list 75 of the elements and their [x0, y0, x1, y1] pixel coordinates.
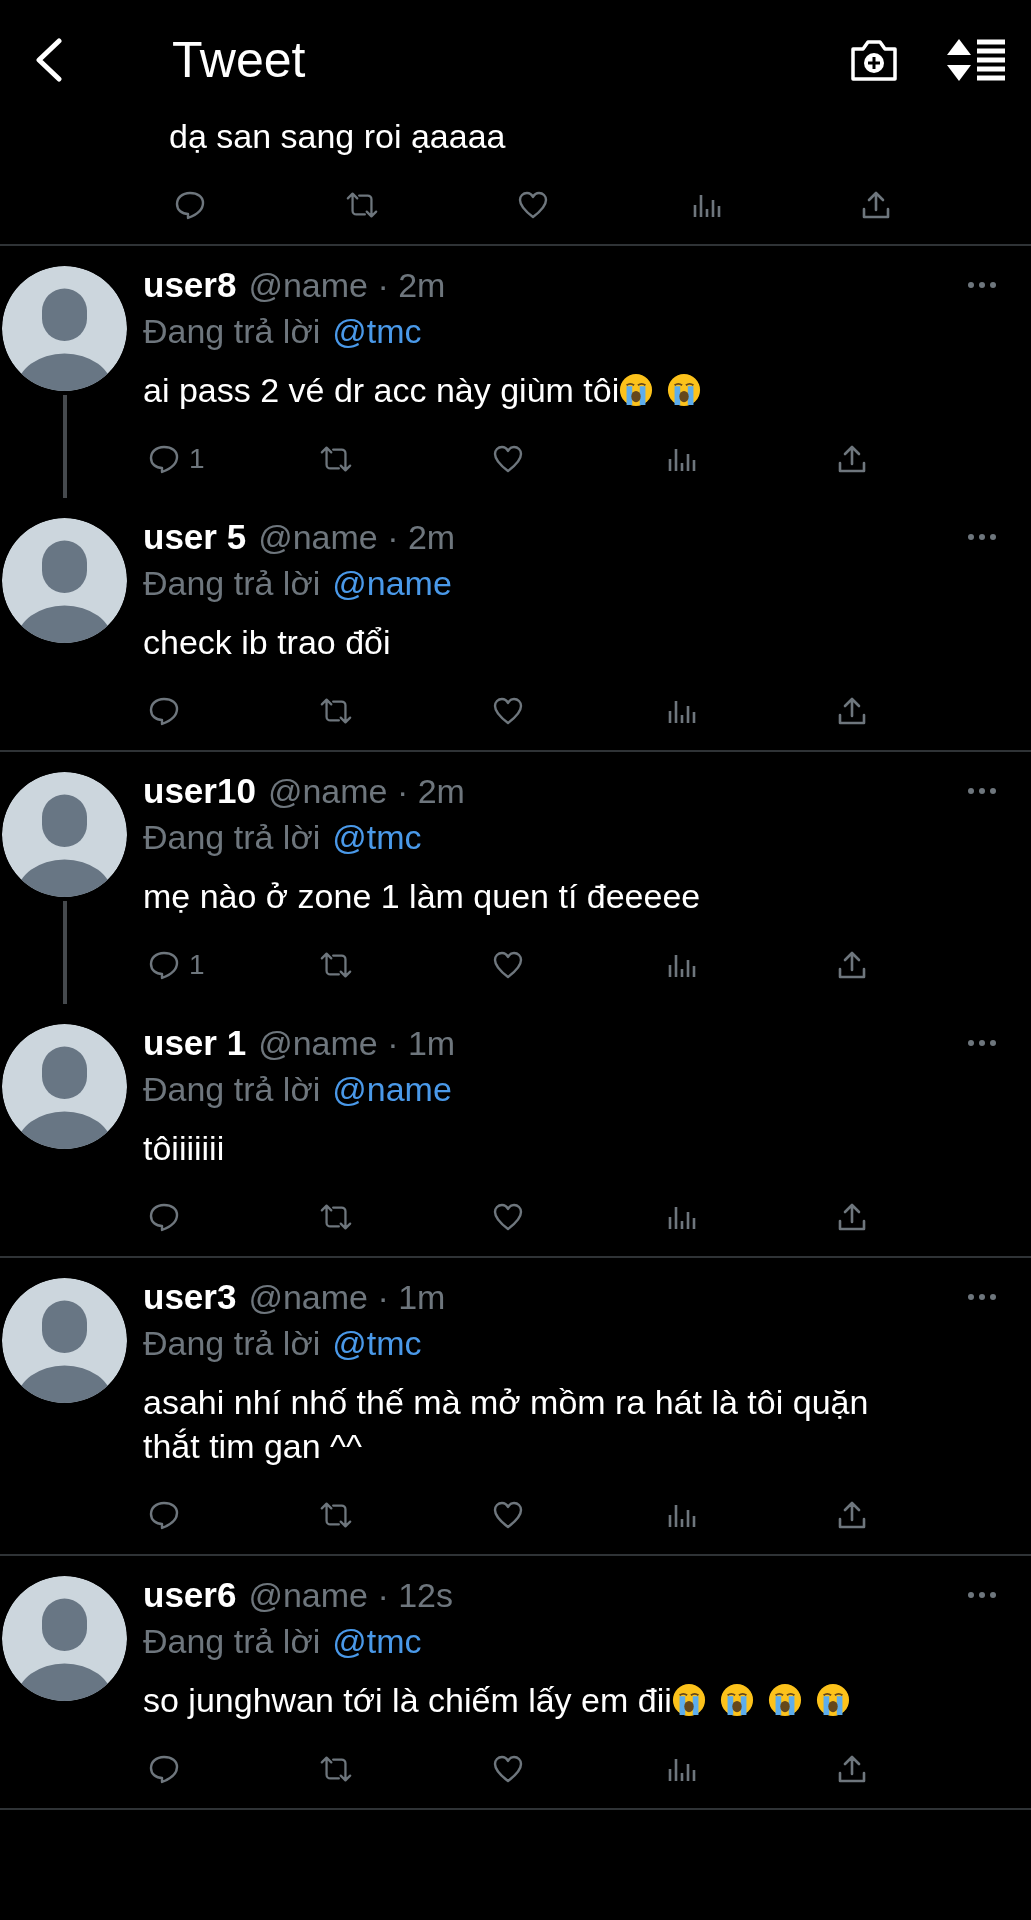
page-title: Tweet: [172, 31, 306, 89]
handle-and-time: @name · 12s: [248, 1575, 453, 1615]
user-name[interactable]: user10: [143, 771, 256, 811]
retweet-icon[interactable]: [319, 443, 353, 475]
avatar[interactable]: [2, 518, 127, 643]
handle-and-time: @name · 1m: [248, 1277, 446, 1317]
tweet-text: tôiiiiiii: [143, 1129, 225, 1167]
mention-link[interactable]: @tmc: [332, 311, 422, 351]
replying-to-label: Đang trả lời: [143, 817, 321, 857]
replying-to-label: Đang trả lời: [143, 1069, 321, 1109]
reply-icon[interactable]: [147, 1753, 181, 1785]
user-name[interactable]: user3: [143, 1277, 237, 1317]
heart-icon[interactable]: [491, 443, 525, 475]
tweet-text: so junghwan tới là chiếm lấy em đii: [143, 1681, 850, 1719]
retweet-icon[interactable]: [319, 1201, 353, 1233]
camera-icon[interactable]: [849, 37, 899, 83]
more-icon[interactable]: [967, 1039, 997, 1047]
user-name[interactable]: user 1: [143, 1023, 247, 1063]
retweet-icon[interactable]: [319, 695, 353, 727]
handle-and-time: @name · 2m: [267, 771, 465, 811]
crying-face-icon: [767, 1683, 802, 1717]
reply-count: 1: [189, 443, 205, 475]
back-icon[interactable]: [34, 38, 64, 82]
reply-icon[interactable]: [173, 189, 207, 221]
tweet-text: ai pass 2 vé dr acc này giùm tôi: [143, 371, 702, 409]
crying-face-icon: [815, 1683, 850, 1717]
reply-count: 1: [189, 949, 205, 981]
avatar[interactable]: [2, 772, 127, 897]
retweet-icon[interactable]: [319, 949, 353, 981]
handle-and-time: @name · 2m: [258, 517, 456, 557]
avatar[interactable]: [2, 1278, 127, 1403]
crying-face-icon: [719, 1683, 754, 1717]
user-name[interactable]: user6: [143, 1575, 237, 1615]
mention-link[interactable]: @tmc: [332, 1621, 422, 1661]
heart-icon[interactable]: [491, 949, 525, 981]
tweet-text: dạ san sang roi ạaaaa: [169, 116, 507, 157]
user-name[interactable]: user8: [143, 265, 237, 305]
reply-icon[interactable]: [147, 949, 181, 981]
tweet-text: asahi nhí nhố thế mà mở mồm ra hát là tôi quặn thắt tim gan ^^: [143, 1383, 869, 1465]
mention-link[interactable]: @name: [332, 1069, 452, 1109]
mention-link[interactable]: @tmc: [332, 817, 422, 857]
retweet-icon[interactable]: [319, 1753, 353, 1785]
heart-icon[interactable]: [491, 695, 525, 727]
user-name[interactable]: user 5: [143, 517, 247, 557]
sort-icon[interactable]: [947, 37, 1007, 83]
tweet-text: mẹ nào ở zone 1 làm quen tí đeeeee: [143, 877, 701, 915]
mention-link[interactable]: @name: [332, 563, 452, 603]
more-icon[interactable]: [967, 1591, 997, 1599]
crying-face-icon: [667, 373, 702, 407]
heart-icon[interactable]: [491, 1499, 525, 1531]
reply-icon[interactable]: [147, 1201, 181, 1233]
replying-to-label: Đang trả lời: [143, 1323, 321, 1363]
replying-to-label: Đang trả lời: [143, 563, 321, 603]
heart-icon[interactable]: [491, 1753, 525, 1785]
avatar[interactable]: [2, 1024, 127, 1149]
more-icon[interactable]: [967, 281, 997, 289]
more-icon[interactable]: [967, 533, 997, 541]
reply-icon[interactable]: [147, 1499, 181, 1531]
avatar[interactable]: [2, 266, 127, 391]
crying-face-icon: [619, 373, 654, 407]
more-icon[interactable]: [967, 787, 997, 795]
retweet-icon[interactable]: [319, 1499, 353, 1531]
mention-link[interactable]: @tmc: [332, 1323, 422, 1363]
replying-to-label: Đang trả lời: [143, 311, 321, 351]
handle-and-time: @name · 1m: [258, 1023, 456, 1063]
handle-and-time: @name · 2m: [248, 265, 446, 305]
tweet-text: check ib trao đổi: [143, 623, 391, 661]
reply-icon[interactable]: [147, 695, 181, 727]
heart-icon[interactable]: [491, 1201, 525, 1233]
more-icon[interactable]: [967, 1293, 997, 1301]
replying-to-label: Đang trả lời: [143, 1621, 321, 1661]
crying-face-icon: [671, 1683, 706, 1717]
reply-icon[interactable]: [147, 443, 181, 475]
retweet-icon[interactable]: [344, 189, 379, 221]
avatar[interactable]: [2, 1576, 127, 1701]
